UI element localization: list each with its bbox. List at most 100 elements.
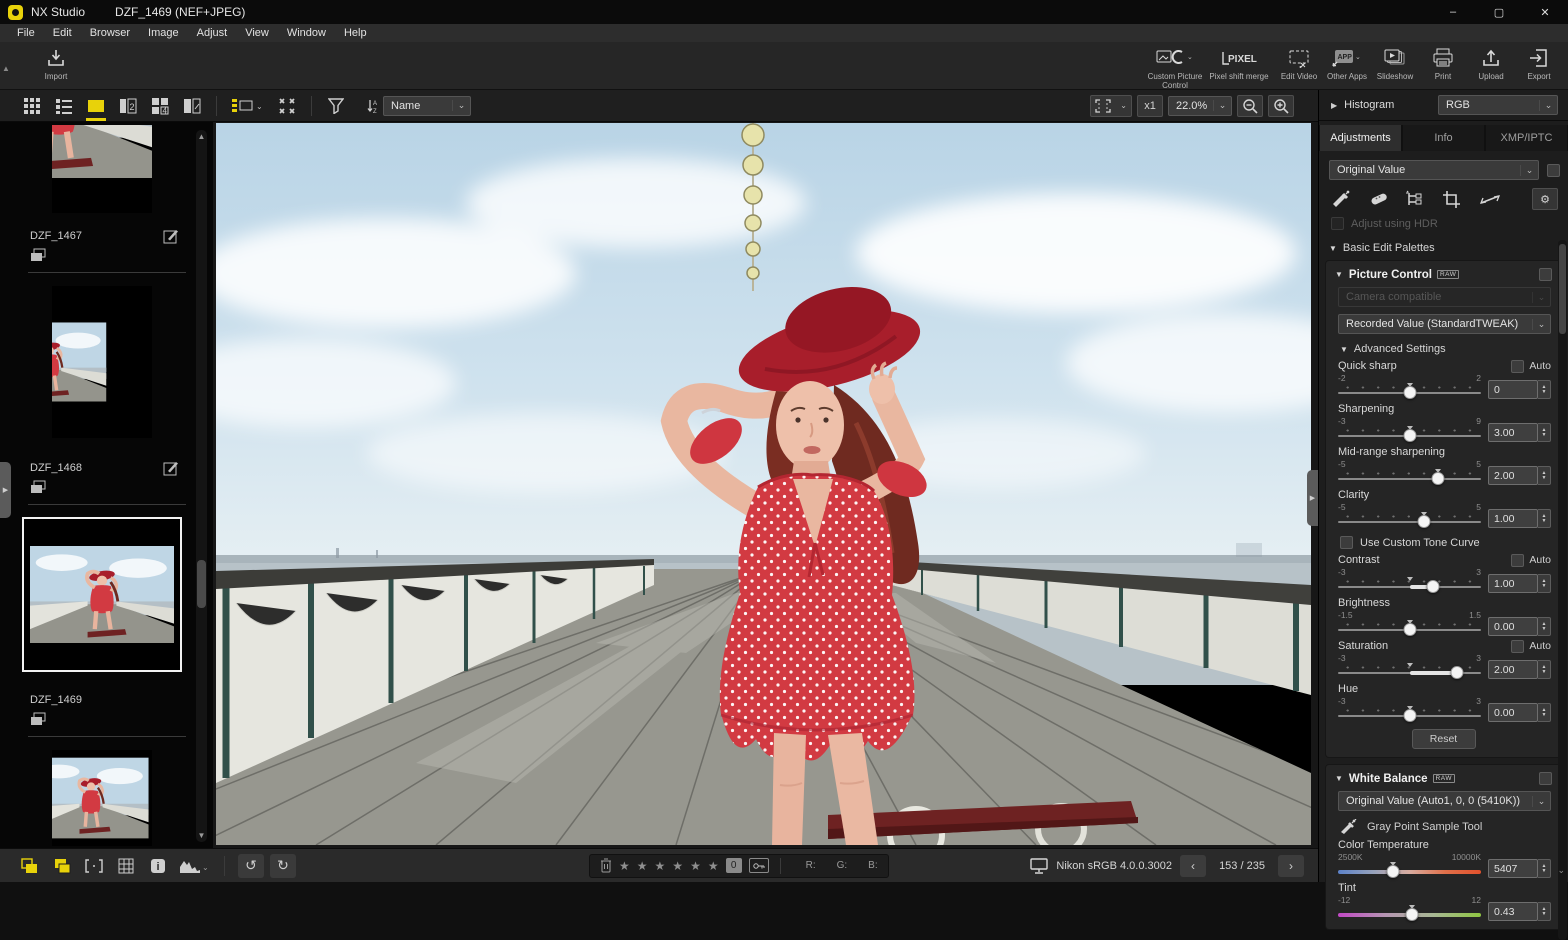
previous-image-button[interactable]: ‹: [1180, 855, 1206, 877]
tone-curve-checkbox[interactable]: [1340, 536, 1353, 549]
value-input[interactable]: [1488, 380, 1538, 399]
slider-track[interactable]: [1338, 512, 1481, 528]
custom-picture-control-button[interactable]: ⌄ Custom Picture Control: [1143, 46, 1207, 90]
value-input[interactable]: [1488, 703, 1538, 722]
spinner[interactable]: ▲▼: [1538, 380, 1551, 399]
scrollbar-thumb[interactable]: [1559, 244, 1566, 334]
right-panel-collapse-handle[interactable]: ▶: [1307, 470, 1318, 526]
star-icon[interactable]: ★: [619, 859, 630, 873]
spinner[interactable]: ▲▼: [1538, 617, 1551, 636]
menu-adjust[interactable]: Adjust: [188, 27, 237, 39]
slider-track[interactable]: [1338, 663, 1481, 679]
sort-direction-icon[interactable]: AZ: [363, 93, 383, 119]
spinner[interactable]: ▲▼: [1538, 703, 1551, 722]
gray-point-label[interactable]: Gray Point Sample Tool: [1367, 821, 1482, 833]
sidebar-scrollbar[interactable]: ▲ ▼: [196, 130, 207, 842]
filter-button[interactable]: [321, 93, 351, 119]
menu-view[interactable]: View: [236, 27, 278, 39]
single-view-button[interactable]: [81, 93, 111, 119]
value-input[interactable]: [1488, 509, 1538, 528]
zoom-in-button[interactable]: [1268, 95, 1294, 117]
list-view-button[interactable]: [49, 93, 79, 119]
retouch-brush-icon[interactable]: [1368, 190, 1388, 208]
menu-file[interactable]: File: [8, 27, 44, 39]
advanced-settings-header[interactable]: Advanced Settings: [1354, 343, 1446, 355]
scroll-down-icon[interactable]: ⌄: [1557, 865, 1565, 876]
scrollbar-thumb[interactable]: [197, 560, 206, 608]
rating-zero-button[interactable]: 0: [726, 858, 742, 873]
scroll-down-icon[interactable]: ▼: [196, 831, 207, 840]
value-input[interactable]: [1488, 902, 1538, 921]
menu-window[interactable]: Window: [278, 27, 335, 39]
histogram-channel-dropdown[interactable]: RGB ⌄: [1438, 95, 1558, 115]
picture-control-preset-dropdown[interactable]: Recorded Value (StandardTWEAK) ⌄: [1338, 314, 1551, 334]
actual-size-button[interactable]: x1: [1137, 95, 1163, 117]
slider-handle[interactable]: [1403, 623, 1416, 636]
thumbnail-dzf-1468[interactable]: [52, 286, 152, 438]
next-image-button[interactable]: ›: [1278, 855, 1304, 877]
white-balance-preset-dropdown[interactable]: Original Value (Auto1, 0, 0 (5410K)) ⌄: [1338, 791, 1551, 811]
value-input[interactable]: [1488, 660, 1538, 679]
info-overlay-button[interactable]: i: [145, 854, 171, 878]
protect-key-button[interactable]: [749, 858, 769, 873]
reset-button[interactable]: Reset: [1412, 729, 1476, 749]
star-icon[interactable]: ★: [672, 859, 683, 873]
spinner[interactable]: ▲▼: [1538, 423, 1551, 442]
menu-image[interactable]: Image: [139, 27, 188, 39]
panel-scrollbar[interactable]: [1558, 240, 1567, 940]
collapse-down-icon[interactable]: ▼: [1335, 774, 1343, 783]
tab-adjustments[interactable]: Adjustments: [1320, 125, 1401, 151]
collapse-down-icon[interactable]: ▼: [1340, 345, 1348, 354]
redo-button[interactable]: ↻: [270, 854, 296, 878]
auto-checkbox[interactable]: [1511, 360, 1524, 373]
basic-edit-palettes-header[interactable]: Basic Edit Palettes: [1343, 242, 1435, 254]
star-icon[interactable]: ★: [708, 859, 719, 873]
fit-frame-button[interactable]: [81, 854, 107, 878]
star-icon[interactable]: ★: [655, 859, 666, 873]
zoom-level-dropdown[interactable]: 22.0% ⌄: [1168, 96, 1232, 116]
undo-button[interactable]: ↺: [238, 854, 264, 878]
adjustment-list-icon[interactable]: [1405, 190, 1425, 208]
thumbnail-dzf-1467[interactable]: [52, 125, 152, 213]
slider-track[interactable]: [1338, 426, 1481, 442]
slider-handle[interactable]: [1417, 515, 1430, 528]
crop-tool-icon[interactable]: [1442, 190, 1462, 208]
fullscreen-button[interactable]: [272, 93, 302, 119]
slider-track[interactable]: [1338, 862, 1481, 878]
sample-point-tool-icon[interactable]: [1331, 190, 1351, 208]
spinner[interactable]: ▲▼: [1538, 574, 1551, 593]
star-icon[interactable]: ★: [690, 859, 701, 873]
export-button[interactable]: Export: [1507, 46, 1568, 81]
menu-browser[interactable]: Browser: [81, 27, 139, 39]
slider-handle[interactable]: [1427, 580, 1440, 593]
menu-help[interactable]: Help: [335, 27, 376, 39]
spinner[interactable]: ▲▼: [1538, 466, 1551, 485]
grid-overlay-button[interactable]: [113, 854, 139, 878]
straighten-tool-icon[interactable]: [1479, 190, 1501, 208]
slider-track[interactable]: [1338, 577, 1481, 593]
grid-view-button[interactable]: [17, 93, 47, 119]
minimize-button[interactable]: –: [1430, 0, 1476, 24]
close-button[interactable]: ✕: [1522, 0, 1568, 24]
tab-xmp-iptc[interactable]: XMP/IPTC: [1486, 125, 1567, 151]
compare-dropdown[interactable]: Original Value ⌄: [1329, 160, 1539, 180]
value-input[interactable]: [1488, 574, 1538, 593]
collapse-down-icon[interactable]: ▼: [1329, 244, 1337, 253]
collapse-down-icon[interactable]: ▼: [1335, 270, 1343, 279]
picture-control-checkbox[interactable]: [1539, 268, 1552, 281]
slider-track[interactable]: [1338, 383, 1481, 399]
value-input[interactable]: [1488, 859, 1538, 878]
spinner[interactable]: ▲▼: [1538, 509, 1551, 528]
compare-checkbox[interactable]: [1547, 164, 1560, 177]
sidebar-collapse-handle[interactable]: ▶: [0, 462, 11, 518]
slider-handle[interactable]: [1406, 908, 1419, 921]
photo-main[interactable]: [216, 123, 1311, 845]
white-balance-checkbox[interactable]: [1539, 772, 1552, 785]
pixel-shift-merge-button[interactable]: PIXEL Pixel shift merge: [1207, 46, 1271, 81]
scroll-up-icon[interactable]: ▲: [196, 132, 207, 141]
slider-track[interactable]: [1338, 905, 1481, 921]
maximize-button[interactable]: ▢: [1476, 0, 1522, 24]
spinner[interactable]: ▲▼: [1538, 902, 1551, 921]
slider-handle[interactable]: [1451, 666, 1464, 679]
slider-handle[interactable]: [1432, 472, 1445, 485]
